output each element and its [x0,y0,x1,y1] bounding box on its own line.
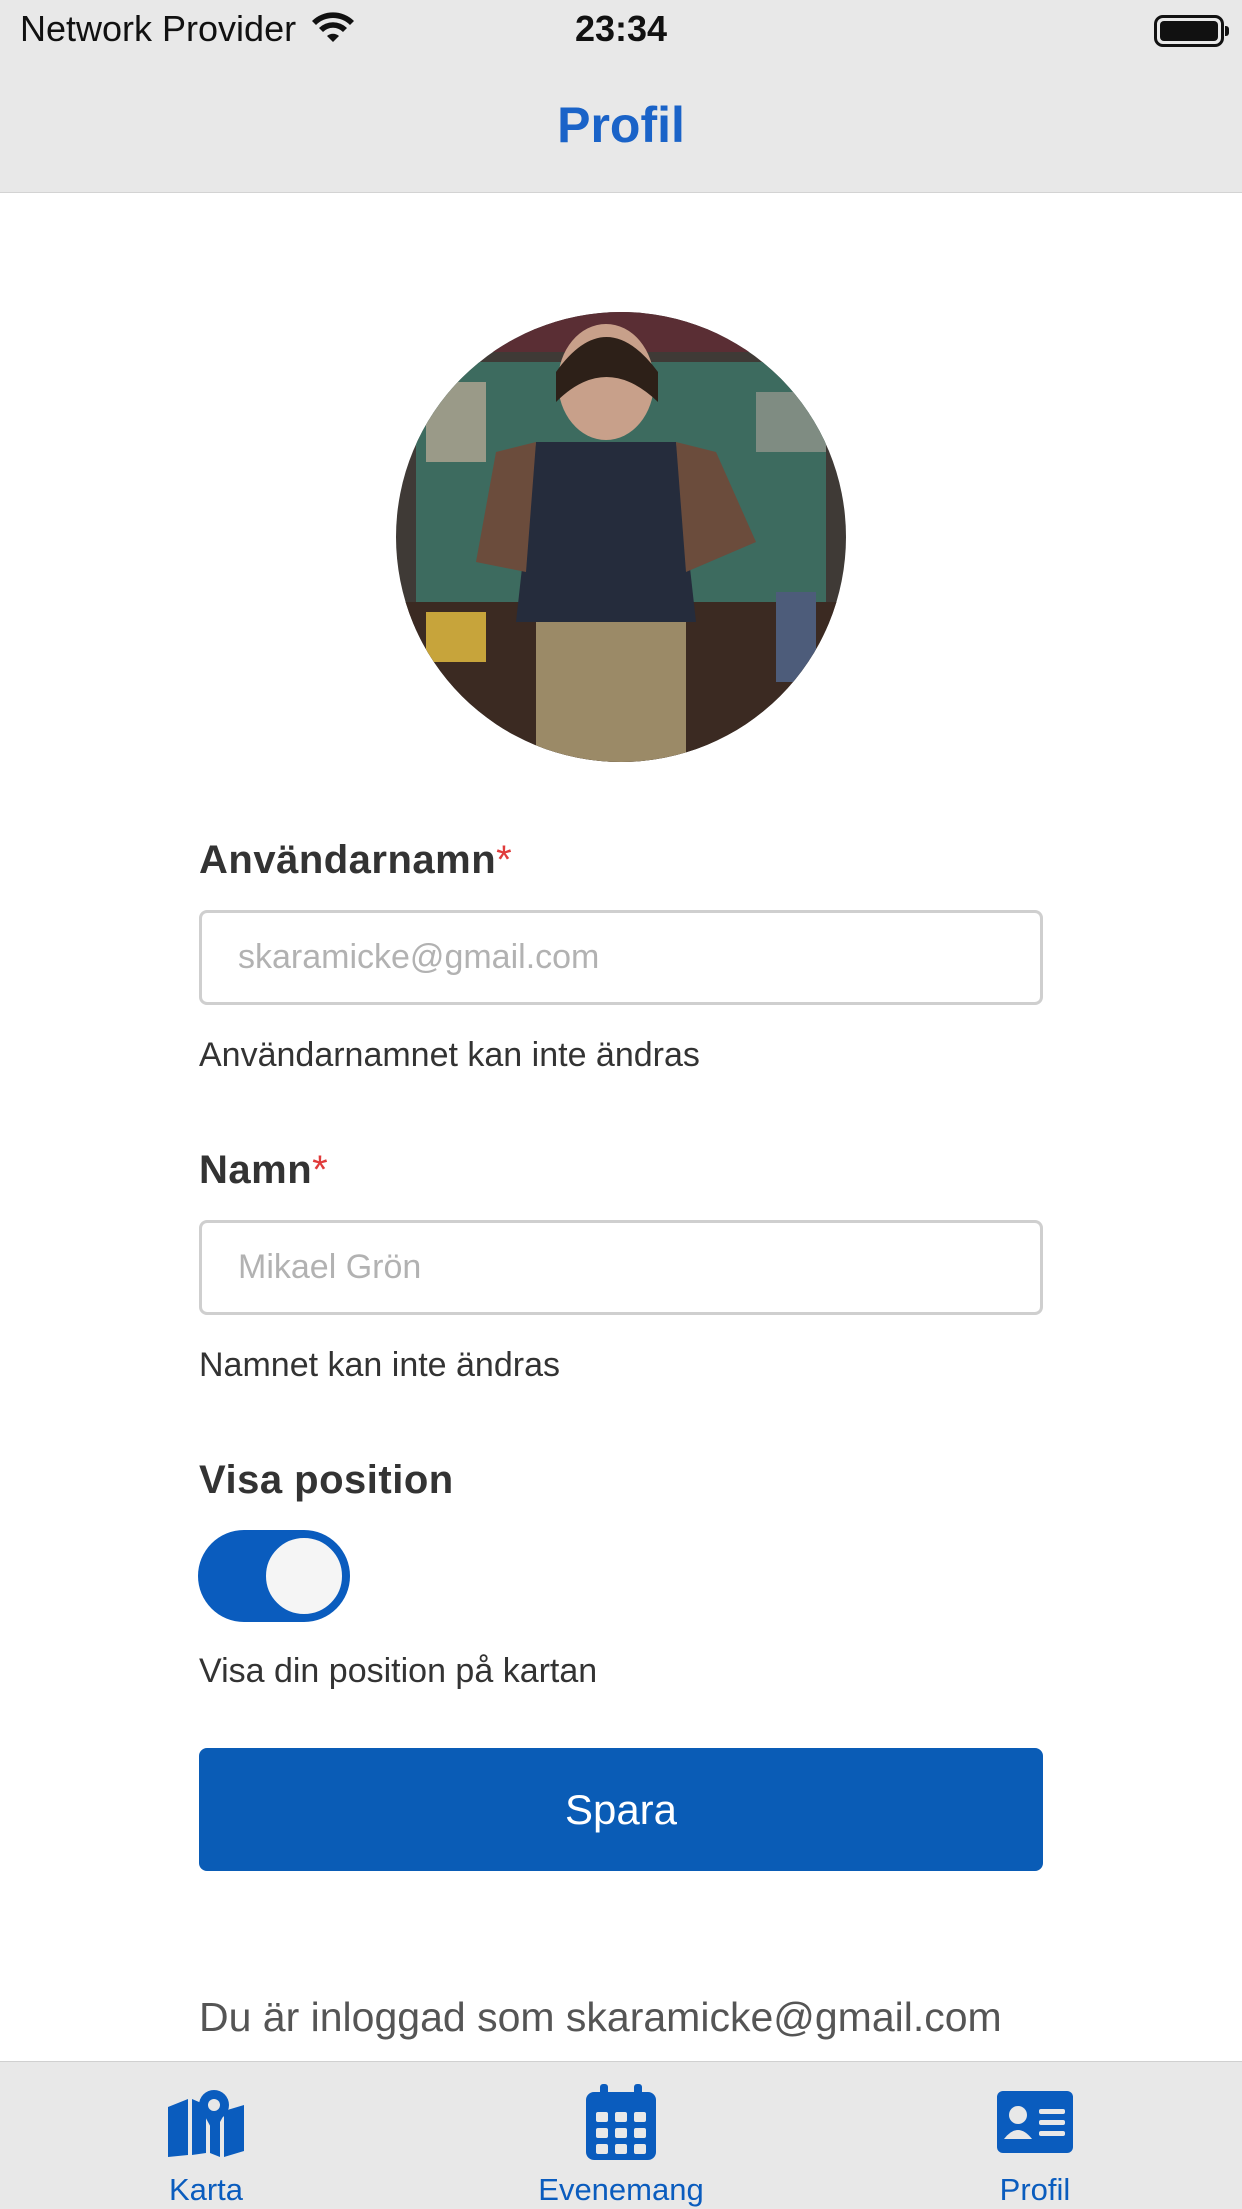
tab-karta[interactable]: Karta [56,2062,356,2209]
required-mark: * [496,838,513,882]
username-hint: Användarnamnet kan inte ändras [199,1036,700,1074]
username-value: skaramicke@gmail.com [238,938,600,976]
name-hint: Namnet kan inte ändras [199,1346,560,1384]
map-icon [168,2090,244,2157]
name-label: Namn* [199,1148,1043,1193]
page-title: Profil [557,97,685,153]
show-position-hint: Visa din position på kartan [199,1652,598,1690]
save-button[interactable]: Spara [199,1748,1043,1871]
username-label-text: Användarnamn [199,838,497,882]
calendar-icon [586,2084,656,2160]
tab-bar: Karta Evenemang Profil [0,2061,1242,2209]
tab-karta-label: Karta [168,2172,244,2207]
tab-evenemang-label: Evenemang [538,2172,704,2207]
show-position-toggle[interactable] [198,1530,350,1622]
logged-in-text: Du är inloggad som skaramicke@gmail.com [199,1994,1002,2040]
name-label-text: Namn [199,1148,313,1192]
battery-icon [1154,15,1229,47]
tab-evenemang[interactable]: Evenemang [471,2062,771,2209]
profile-card-icon [997,2091,1073,2153]
username-section: Användarnamn* [199,838,1043,883]
status-time: 23:34 [574,8,668,49]
top-bar: Network Provider 23:34 Profil [0,0,1242,193]
avatar-photo [396,312,846,762]
tab-profil-label: Profil [999,2172,1071,2207]
username-field[interactable]: skaramicke@gmail.com [199,910,1043,1005]
name-section: Namn* [199,1148,1043,1193]
username-label: Användarnamn* [199,838,1043,883]
required-mark: * [312,1148,329,1192]
avatar[interactable] [396,312,846,762]
toggle-knob [263,1535,345,1617]
name-value: Mikael Grön [238,1248,422,1286]
show-position-label: Visa position [199,1458,454,1502]
tab-profil[interactable]: Profil [885,2062,1185,2209]
name-field[interactable]: Mikael Grön [199,1220,1043,1315]
